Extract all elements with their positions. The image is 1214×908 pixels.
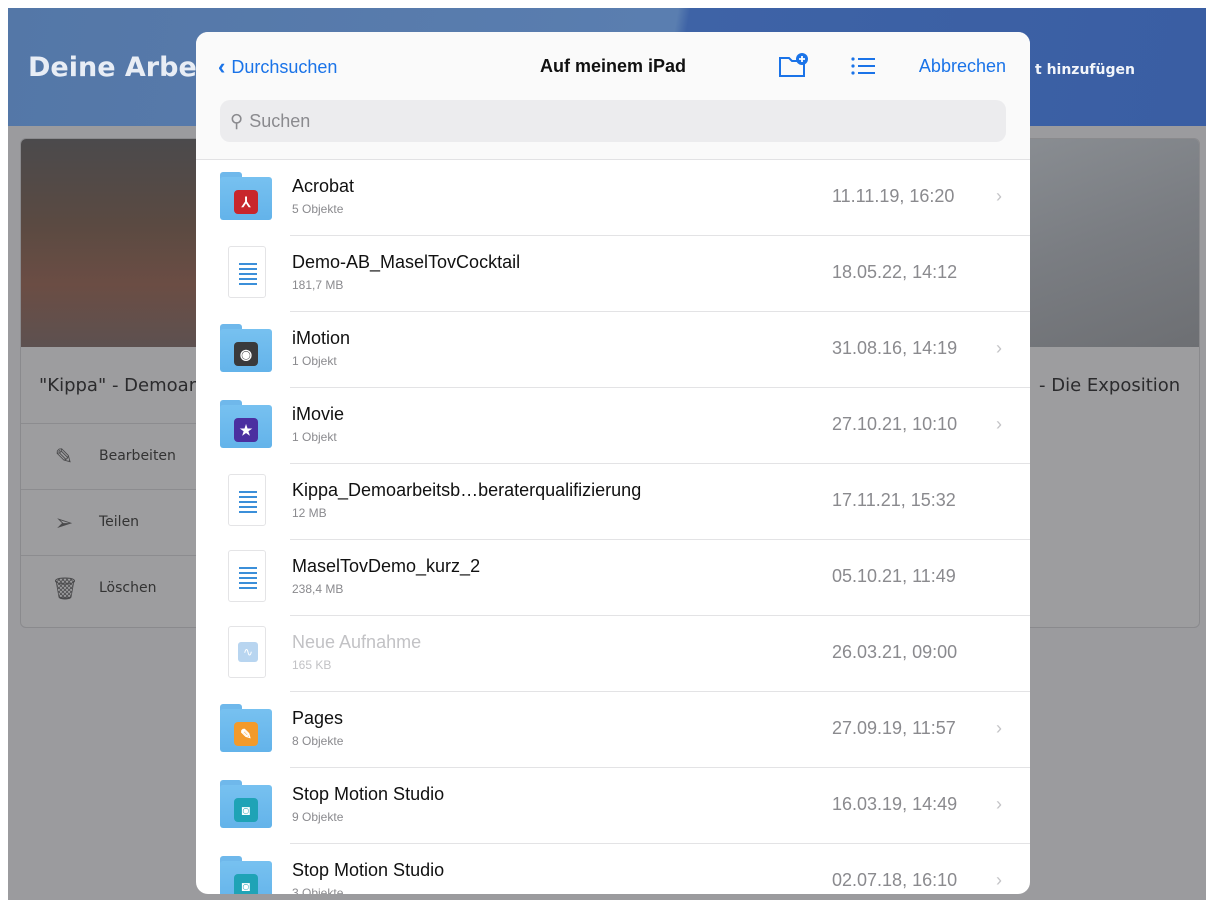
file-row[interactable]: ∿ Neue Aufnahme 165 KB 26.03.21, 09:00 [196, 616, 1030, 692]
file-row[interactable]: ⅄ Acrobat 5 Objekte 11.11.19, 16:20 › [196, 160, 1030, 236]
picker-navbar: ‹ Durchsuchen Auf meinem iPad Abbrechen … [196, 32, 1030, 160]
file-info: 8 Objekte [292, 734, 344, 748]
audio-file-icon: ∿ [228, 626, 266, 678]
pages-app-icon: ✎ [234, 722, 258, 746]
app-title: Deine Arbeit [28, 52, 219, 83]
delete-label: Löschen [99, 580, 157, 596]
file-date: 17.11.21, 15:32 [832, 490, 956, 510]
file-row[interactable]: ✎ Pages 8 Objekte 27.09.19, 11:57 › [196, 692, 1030, 768]
file-row[interactable]: ◙ Stop Motion Studio 3 Objekte 02.07.18, 16… [196, 844, 1030, 894]
file-row[interactable]: ★ iMovie 1 Objekt 27.10.21, 10:10 › [196, 388, 1030, 464]
stopmotion-app-icon: ◙ [234, 798, 258, 822]
file-row[interactable]: MaselTovDemo_kurz_2 238,4 MB 05.10.21, 11:… [196, 540, 1030, 616]
document-icon [228, 550, 266, 602]
imotion-app-icon: ◉ [234, 342, 258, 366]
file-date: 27.10.21, 10:10 [832, 414, 958, 434]
card-caption: "Kippa" - Demoar [39, 375, 197, 396]
stopmotion-app-icon: ◙ [234, 874, 258, 894]
folder-icon: ✎ [220, 704, 272, 752]
file-info: 1 Objekt [292, 430, 337, 444]
file-info: 165 KB [292, 658, 332, 672]
file-row[interactable]: Demo-AB_MaselTovCocktail 181,7 MB 18.05.22… [196, 236, 1030, 312]
file-row[interactable]: ◉ iMotion 1 Objekt 31.08.16, 14:19 › [196, 312, 1030, 388]
file-row[interactable]: ◙ Stop Motion Studio 9 Objekte 16.03.19, 14… [196, 768, 1030, 844]
search-icon: ⚲ [230, 110, 244, 131]
search-placeholder: Suchen [249, 110, 311, 131]
file-info: 1 Objekt [292, 354, 337, 368]
file-date: 26.03.21, 09:00 [832, 642, 958, 662]
send-icon: ➢ [54, 510, 74, 535]
new-folder-icon[interactable] [778, 52, 808, 80]
edit-label: Bearbeiten [99, 448, 176, 464]
document-icon [228, 474, 266, 526]
file-name: Demo-AB_MaselTovCocktail [292, 252, 521, 272]
pencil-icon: ✎ [54, 444, 74, 469]
file-info: 9 Objekte [292, 810, 344, 824]
chevron-right-icon: › [996, 338, 1002, 358]
file-name: Acrobat [292, 176, 355, 196]
file-info: 238,4 MB [292, 582, 344, 596]
file-name: MaselTovDemo_kurz_2 [292, 556, 481, 576]
file-row[interactable]: Kippa_Demoarbeitsb…beraterqualifizierung… [196, 464, 1030, 540]
cancel-button[interactable]: Abbrechen [919, 56, 1006, 77]
file-name: iMotion [292, 328, 351, 348]
folder-icon: ★ [220, 400, 272, 448]
chevron-right-icon: › [996, 870, 1002, 890]
file-date: 31.08.16, 14:19 [832, 338, 958, 358]
add-work-button[interactable]: t hinzufügen [1035, 62, 1135, 78]
file-date: 05.10.21, 11:49 [832, 566, 956, 586]
file-name: Kippa_Demoarbeitsb…beraterqualifizierung [292, 480, 642, 500]
file-date: 27.09.19, 11:57 [832, 718, 956, 738]
card-caption: - Die Exposition [1039, 375, 1181, 396]
folder-icon: ◙ [220, 780, 272, 828]
file-info: 3 Objekte [292, 886, 344, 894]
folder-icon: ◙ [220, 856, 272, 894]
chevron-right-icon: › [996, 186, 1002, 206]
document-icon [228, 246, 266, 298]
chevron-right-icon: › [996, 718, 1002, 738]
file-name: Neue Aufnahme [292, 632, 422, 652]
folder-icon: ◉ [220, 324, 272, 372]
search-field[interactable]: ⚲ Suchen [220, 100, 1006, 142]
file-name: iMovie [292, 404, 345, 424]
list-view-icon[interactable] [848, 52, 878, 80]
chevron-right-icon: › [996, 414, 1002, 434]
file-info: 12 MB [292, 506, 327, 520]
file-info: 5 Objekte [292, 202, 344, 216]
picker-title: Auf meinem iPad [539, 56, 687, 76]
file-date: 18.05.22, 14:12 [832, 262, 958, 282]
folder-icon: ⅄ [220, 172, 272, 220]
file-name: Stop Motion Studio [292, 860, 445, 880]
acrobat-app-icon: ⅄ [234, 190, 258, 214]
trash-icon: 🗑 [51, 576, 79, 601]
file-name: Stop Motion Studio [292, 784, 445, 804]
file-name: Pages [292, 708, 344, 728]
file-date: 16.03.19, 14:49 [832, 794, 958, 814]
chevron-right-icon: › [996, 794, 1002, 814]
share-label: Teilen [99, 514, 140, 530]
file-info: 181,7 MB [292, 278, 344, 292]
imovie-app-icon: ★ [234, 418, 258, 442]
file-picker-modal: ‹ Durchsuchen Auf meinem iPad Abbrechen … [196, 32, 1030, 894]
file-date: 11.11.19, 16:20 [832, 186, 955, 206]
file-date: 02.07.18, 16:10 [832, 870, 958, 890]
